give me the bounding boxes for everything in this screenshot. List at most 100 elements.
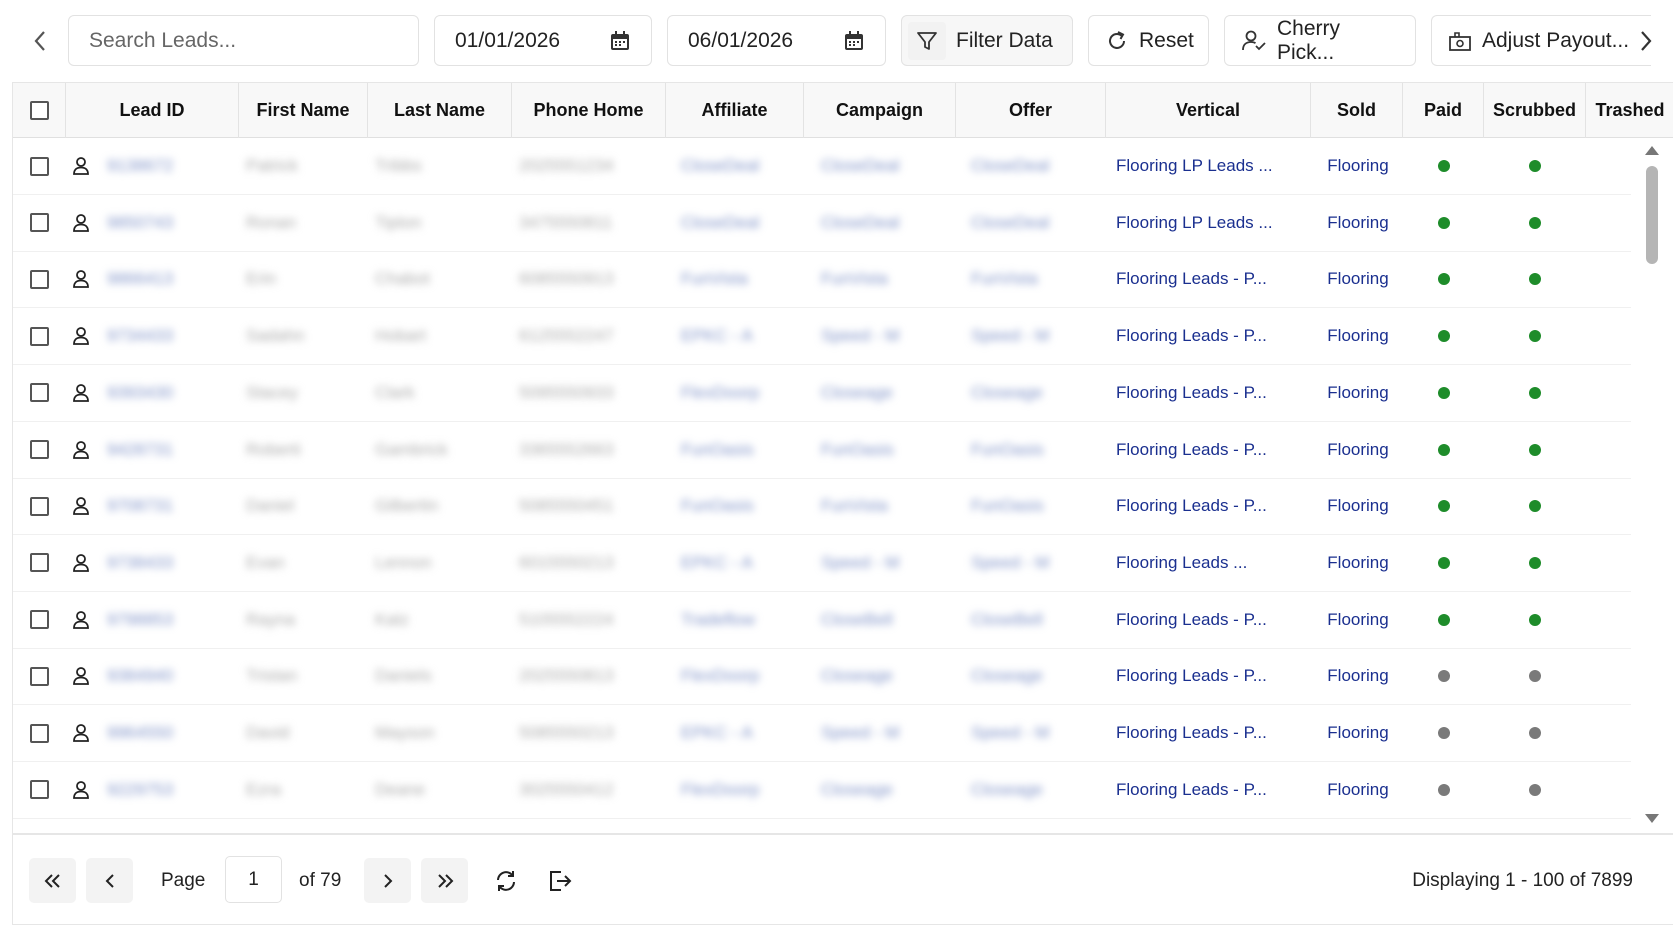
row-checkbox[interactable] <box>30 326 49 346</box>
cell-sold[interactable]: Flooring <box>1313 422 1403 478</box>
table-row[interactable]: 9393430 Stacey Clark 5095550933 FlexDoorp Clo… <box>13 365 1631 422</box>
cell-lead-id[interactable]: 9738433 <box>107 535 227 591</box>
row-checkbox[interactable] <box>30 156 49 176</box>
prev-page-button[interactable] <box>86 858 133 903</box>
cell-sold[interactable]: Flooring <box>1313 478 1403 534</box>
col-phone-home[interactable]: Phone Home <box>512 83 666 138</box>
scroll-down-arrow[interactable] <box>1645 814 1659 823</box>
cell-sold[interactable]: Flooring <box>1313 138 1403 194</box>
cell-sold[interactable]: Flooring <box>1313 195 1403 251</box>
col-offer[interactable]: Offer <box>956 83 1106 138</box>
cell-sold[interactable]: Flooring <box>1313 308 1403 364</box>
table-row[interactable]: 9964550 David Mayson 5085550213 EPKC - A Spee… <box>13 705 1631 762</box>
cell-sold[interactable]: Flooring <box>1313 365 1403 421</box>
vertical-scrollbar[interactable] <box>1633 140 1673 833</box>
table-row[interactable]: 9866413 Erin Chabot 6085550913 FunVista FunVi… <box>13 251 1631 309</box>
row-checkbox[interactable] <box>30 610 49 630</box>
table-row[interactable]: 9798853 Rayna Katz 5105552224 Tradeflow Close… <box>13 592 1631 649</box>
cell-vertical[interactable]: Flooring Leads - P... <box>1116 251 1296 307</box>
cell-vertical[interactable]: Flooring Leads - P... <box>1116 478 1296 534</box>
row-checkbox[interactable] <box>30 269 49 289</box>
user-icon[interactable] <box>66 592 96 648</box>
cell-vertical[interactable]: Flooring Leads - P... <box>1116 592 1296 648</box>
adjust-payout-button[interactable]: Adjust Payout... <box>1431 15 1651 66</box>
next-page-button[interactable] <box>364 858 411 903</box>
table-row[interactable]: 9850743 Ronan Tipton 3475550811 CloseDeal Clo… <box>13 195 1631 252</box>
cell-lead-id[interactable]: 9229753 <box>107 762 227 818</box>
user-icon[interactable] <box>66 705 96 761</box>
user-icon[interactable] <box>66 251 96 307</box>
scroll-thumb[interactable] <box>1646 166 1658 264</box>
col-paid[interactable]: Paid <box>1403 83 1484 138</box>
select-all-checkbox[interactable] <box>29 101 49 120</box>
cell-lead-id[interactable]: 9850743 <box>107 195 227 251</box>
user-icon[interactable] <box>66 195 96 251</box>
user-icon[interactable] <box>66 648 96 704</box>
cell-lead-id[interactable]: 9138672 <box>107 138 227 194</box>
user-icon[interactable] <box>66 365 96 421</box>
filter-data-button[interactable]: Filter Data <box>901 15 1073 66</box>
cell-vertical[interactable]: Flooring LP Leads ... <box>1116 195 1296 251</box>
cherry-pick-button[interactable]: Cherry Pick... <box>1224 15 1416 66</box>
search-input[interactable] <box>89 28 398 53</box>
col-campaign[interactable]: Campaign <box>804 83 956 138</box>
cell-vertical[interactable]: Flooring Leads - P... <box>1116 762 1296 818</box>
cell-sold[interactable]: Flooring <box>1313 592 1403 648</box>
col-vertical[interactable]: Vertical <box>1106 83 1311 138</box>
row-checkbox[interactable] <box>30 553 49 573</box>
row-checkbox[interactable] <box>30 440 49 459</box>
user-icon[interactable] <box>66 762 96 818</box>
cell-sold[interactable]: Flooring <box>1313 705 1403 761</box>
user-icon[interactable] <box>66 308 96 364</box>
cell-sold[interactable]: Flooring <box>1313 251 1403 307</box>
cell-vertical[interactable]: Flooring Leads - P... <box>1116 422 1296 478</box>
table-row[interactable]: 9428731 Roberti Gambrick 3365552663 FunOasis… <box>13 422 1631 479</box>
cell-lead-id[interactable]: 9708731 <box>107 478 227 534</box>
reset-button[interactable]: Reset <box>1088 15 1209 66</box>
user-icon[interactable] <box>66 535 96 591</box>
table-row[interactable]: 9384940 Tristan Daniels 2025550813 FlexDoorp… <box>13 648 1631 706</box>
cell-sold[interactable]: Flooring <box>1313 648 1403 704</box>
cell-vertical[interactable]: Flooring Leads - P... <box>1116 308 1296 364</box>
row-checkbox[interactable] <box>30 213 49 233</box>
cell-lead-id[interactable]: 9798853 <box>107 592 227 648</box>
cell-sold[interactable]: Flooring <box>1313 762 1403 818</box>
cell-vertical[interactable]: Flooring Leads ... <box>1116 535 1296 591</box>
cell-lead-id[interactable]: 9428731 <box>107 422 227 478</box>
col-sold[interactable]: Sold <box>1311 83 1403 138</box>
cell-lead-id[interactable]: 9393430 <box>107 365 227 421</box>
table-row[interactable]: 9708731 Daniel Gilbertin 5085550451 FunOasis… <box>13 478 1631 536</box>
row-checkbox[interactable] <box>30 383 49 403</box>
col-affiliate[interactable]: Affiliate <box>666 83 804 138</box>
scroll-up-arrow[interactable] <box>1645 146 1659 155</box>
calendar-icon[interactable] <box>843 30 865 52</box>
calendar-icon[interactable] <box>609 30 631 52</box>
user-icon[interactable] <box>66 478 96 534</box>
cell-sold[interactable]: Flooring <box>1313 535 1403 591</box>
date-to-field[interactable]: 06/01/2026 <box>667 15 886 66</box>
row-checkbox[interactable] <box>30 666 49 686</box>
table-row[interactable]: 9738433 Evan Lennon 6015550213 EPKC - A Speed… <box>13 535 1631 592</box>
cell-lead-id[interactable]: 9734433 <box>107 308 227 364</box>
first-page-button[interactable] <box>29 858 76 903</box>
search-box[interactable] <box>68 15 419 66</box>
row-checkbox[interactable] <box>30 723 49 743</box>
back-chevron-button[interactable] <box>18 15 62 66</box>
user-icon[interactable] <box>66 422 96 478</box>
row-checkbox[interactable] <box>30 780 49 800</box>
table-row[interactable]: 9138672 Patrick Tribbs 2025551234 CloseDeal C… <box>13 138 1631 195</box>
user-icon[interactable] <box>66 138 96 194</box>
table-row[interactable]: 9229753 Ezra Deane 3025550412 FlexDoorp Close… <box>13 762 1631 819</box>
cell-lead-id[interactable]: 9964550 <box>107 705 227 761</box>
row-checkbox[interactable] <box>30 496 49 516</box>
table-row[interactable]: 9734433 Sadahn Hobart 6125552247 EPKC - A Spe… <box>13 308 1631 366</box>
col-lead-id[interactable]: Lead ID <box>66 83 239 138</box>
col-trashed[interactable]: Trashed <box>1586 83 1673 138</box>
cell-vertical[interactable]: Flooring Leads - P... <box>1116 365 1296 421</box>
cell-lead-id[interactable]: 9866413 <box>107 251 227 307</box>
col-scrubbed[interactable]: Scrubbed <box>1484 83 1586 138</box>
scroll-toolbar-right-button[interactable] <box>1624 15 1668 66</box>
cell-vertical[interactable]: Flooring LP Leads ... <box>1116 138 1296 194</box>
col-first-name[interactable]: First Name <box>239 83 368 138</box>
col-last-name[interactable]: Last Name <box>368 83 512 138</box>
